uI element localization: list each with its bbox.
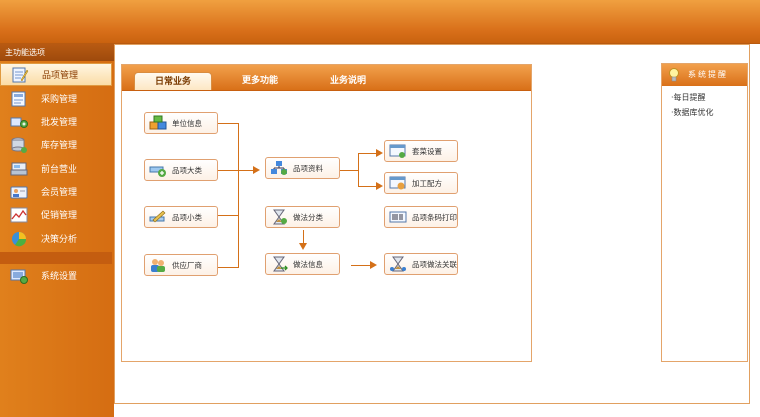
sidebar-header: 主功能选项 <box>0 44 114 61</box>
boxes-icon <box>149 115 167 130</box>
arrow-down-icon <box>299 243 307 250</box>
node-barcode-print[interactable]: 品项条码打印 <box>384 206 458 228</box>
connector-line <box>358 153 378 154</box>
sidebar-item-item-management[interactable]: 品项管理 <box>0 63 112 86</box>
system-settings-icon <box>9 267 29 285</box>
node-method-link[interactable]: 品项做法关联 <box>384 253 458 275</box>
connector-line <box>340 170 358 171</box>
cash-register-icon <box>9 160 29 178</box>
node-method-info[interactable]: 做法信息 <box>265 253 340 275</box>
sidebar: 主功能选项 品项管理 采购管理 批发管理 库存管理 前台营业 会员管理 促销管理… <box>0 44 114 417</box>
inventory-database-icon <box>9 136 29 154</box>
sidebar-item-members[interactable]: 会员管理 <box>0 180 112 203</box>
pie-chart-icon <box>9 230 29 248</box>
node-method-category[interactable]: 做法分类 <box>265 206 340 228</box>
sidebar-item-front-desk[interactable]: 前台营业 <box>0 157 112 180</box>
node-processing-recipe[interactable]: 加工配方 <box>384 172 458 194</box>
connector-line <box>303 230 304 244</box>
node-item-data[interactable]: 品项资料 <box>265 157 340 179</box>
sidebar-item-purchase[interactable]: 采购管理 <box>0 87 112 110</box>
node-combo-settings[interactable]: 套菜设置 <box>384 140 458 162</box>
reminder-panel: 系统提醒 ·每日提醒 ·数据库优化 <box>661 63 748 362</box>
connector-line <box>351 265 371 266</box>
sidebar-item-label: 批发管理 <box>41 118 78 128</box>
connector-line <box>238 123 239 268</box>
arrow-right-icon <box>370 261 377 269</box>
connector-line <box>218 267 239 268</box>
sidebar-item-label: 前台营业 <box>41 165 78 175</box>
connector-line <box>218 170 254 171</box>
pencil-icon <box>149 210 166 223</box>
member-card-icon <box>9 183 29 201</box>
link-database-optimize[interactable]: ·数据库优化 <box>671 107 714 118</box>
wholesale-transfer-icon <box>9 113 29 131</box>
arrow-right-icon <box>376 149 383 157</box>
sidebar-item-promotion[interactable]: 促销管理 <box>0 203 112 226</box>
node-category-major[interactable]: 品项大类 <box>144 159 218 181</box>
tab-more-functions[interactable]: 更多功能 <box>220 72 300 90</box>
sidebar-item-label: 品项管理 <box>42 71 79 81</box>
people-icon <box>151 259 165 272</box>
lightbulb-icon <box>669 68 679 82</box>
window-recipe-icon <box>389 176 406 190</box>
hierarchy-icon <box>271 161 287 175</box>
connector-line <box>358 153 359 187</box>
tab-daily-business[interactable]: 日常业务 <box>134 72 212 90</box>
purchase-form-icon <box>9 90 29 108</box>
link-daily-reminder[interactable]: ·每日提醒 <box>671 92 706 103</box>
arrow-right-icon <box>376 182 383 190</box>
window-settings-icon <box>389 144 406 158</box>
sidebar-item-label: 库存管理 <box>41 141 78 151</box>
right-margin <box>751 44 760 404</box>
sidebar-item-label: 会员管理 <box>41 188 78 198</box>
connector-line <box>358 186 378 187</box>
reminder-header: 系统提醒 <box>662 64 747 86</box>
node-category-minor[interactable]: 品项小类 <box>144 206 218 228</box>
sidebar-item-decision-analysis[interactable]: 决策分析 <box>0 227 112 250</box>
reminder-title: 系统提醒 <box>688 70 728 79</box>
sidebar-item-system-settings[interactable]: 系统设置 <box>0 264 112 287</box>
arrow-right-icon <box>253 166 260 174</box>
promotion-chart-icon <box>9 206 29 224</box>
connector-line <box>218 123 239 124</box>
sidebar-divider <box>0 252 112 264</box>
category-add-icon <box>149 166 166 177</box>
sidebar-item-label: 采购管理 <box>41 95 78 105</box>
edit-document-icon <box>10 66 30 84</box>
node-supplier[interactable]: 供应厂商 <box>144 254 218 276</box>
tab-bar: 日常业务 更多功能 业务说明 <box>122 65 531 91</box>
hourglass-link-icon <box>390 256 406 272</box>
sidebar-item-label: 系统设置 <box>41 272 78 282</box>
sidebar-item-label: 促销管理 <box>41 211 78 221</box>
hourglass-arrow-icon <box>273 256 288 272</box>
sidebar-item-label: 决策分析 <box>41 235 78 245</box>
tab-business-description[interactable]: 业务说明 <box>308 72 388 90</box>
sidebar-item-inventory[interactable]: 库存管理 <box>0 133 112 156</box>
node-unit-info[interactable]: 单位信息 <box>144 112 218 134</box>
connector-line <box>218 215 239 216</box>
hourglass-icon <box>273 209 287 225</box>
sidebar-item-wholesale[interactable]: 批发管理 <box>0 110 112 133</box>
main-panel: 日常业务 更多功能 业务说明 单位信息 品项大类 品项小类 供应厂商 品项资料 <box>121 64 532 362</box>
barcode-icon <box>389 211 407 223</box>
top-banner <box>0 0 760 43</box>
